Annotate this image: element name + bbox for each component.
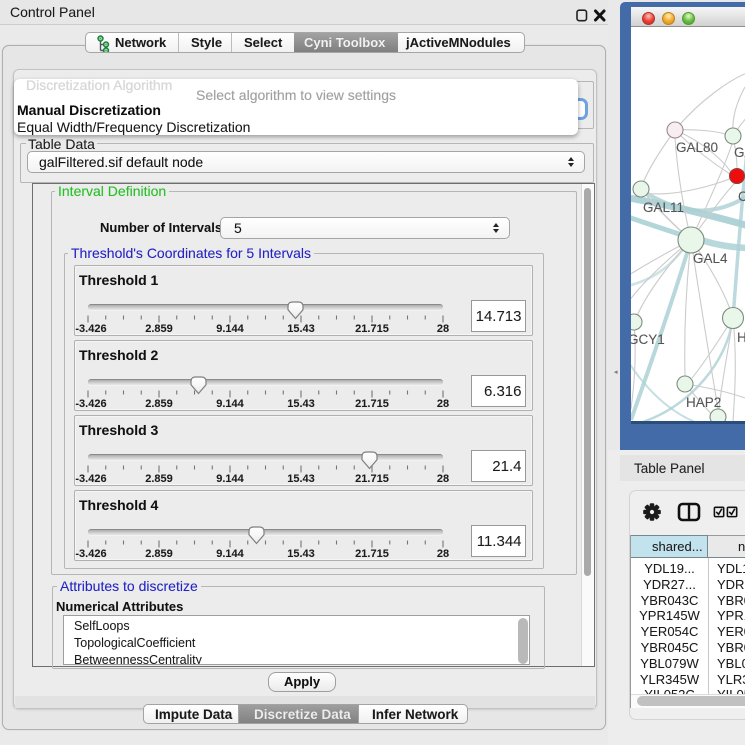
svg-text:HAP2: HAP2	[686, 395, 721, 410]
svg-text:GCY1: GCY1	[631, 332, 665, 347]
svg-text:GA: GA	[734, 145, 745, 160]
svg-text:GAL80: GAL80	[676, 140, 718, 155]
svg-text:C: C	[738, 189, 745, 204]
svg-text:HI: HI	[737, 330, 745, 345]
svg-text:GAL4: GAL4	[693, 251, 728, 266]
svg-text:GAL11: GAL11	[643, 200, 684, 215]
